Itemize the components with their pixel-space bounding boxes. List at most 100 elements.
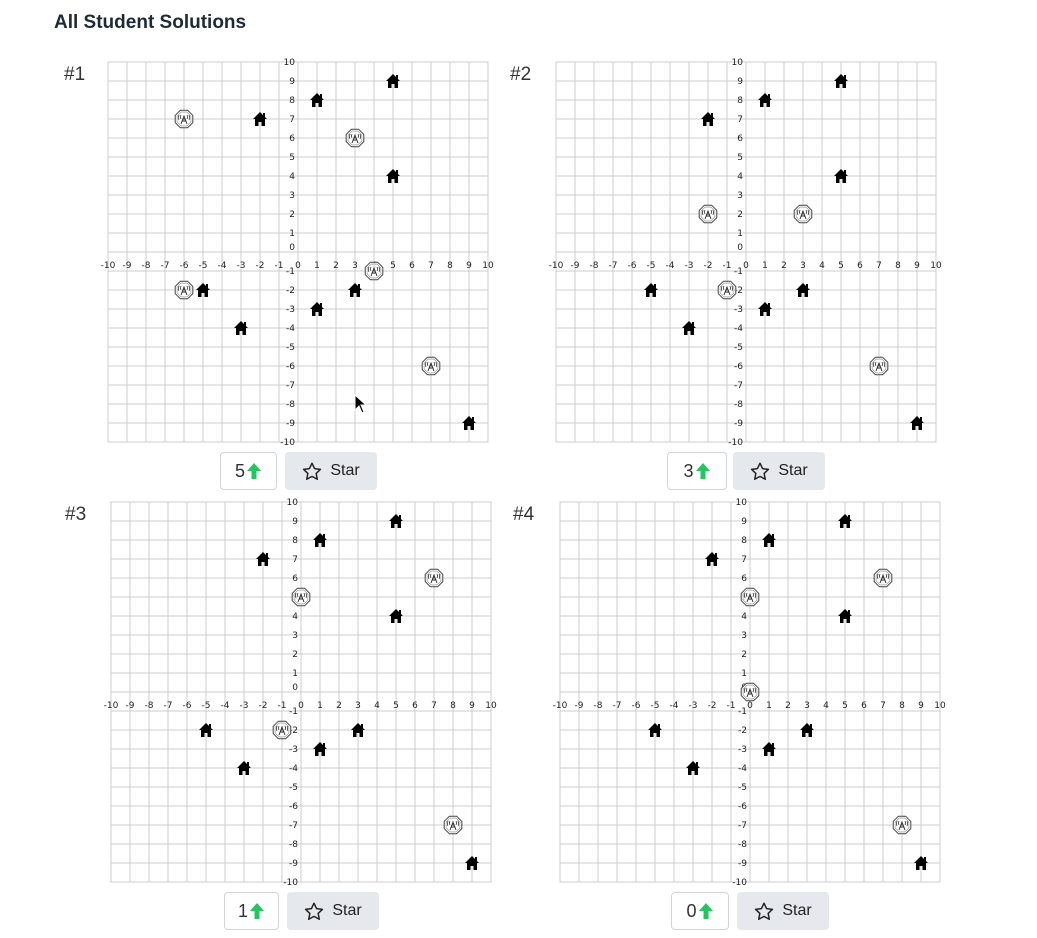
- x-tick-label: -6: [180, 261, 189, 271]
- up-arrow-icon: [698, 902, 714, 920]
- y-tick-label: -6: [738, 802, 747, 812]
- mouse-cursor-icon: [354, 394, 368, 414]
- y-tick-label: -9: [738, 859, 747, 869]
- coordinate-grid[interactable]: -10-9-8-7-6-5-4-3-2-10123456789101098765…: [104, 498, 497, 888]
- cell-tower-icon: [421, 356, 441, 376]
- coordinate-grid[interactable]: -10-9-8-7-6-5-4-3-2-10123456789101098765…: [101, 58, 494, 448]
- cell-tower-icon: [424, 568, 444, 588]
- x-tick-label: -4: [666, 261, 675, 271]
- y-tick-label: 7: [289, 115, 295, 125]
- x-tick-label: 1: [762, 261, 768, 271]
- x-tick-label: 6: [861, 701, 867, 711]
- x-tick-label: 2: [333, 261, 339, 271]
- y-tick-label: 6: [289, 134, 295, 144]
- cell-tower-icon: [174, 280, 194, 300]
- solution-number: #3: [65, 504, 87, 525]
- star-outline-icon: [302, 461, 330, 481]
- x-tick-label: 4: [823, 701, 829, 711]
- vote-count: 0: [686, 900, 697, 921]
- y-tick-label: -6: [286, 362, 295, 372]
- x-tick-label: -9: [571, 261, 580, 271]
- x-tick-label: 3: [800, 261, 806, 271]
- y-tick-label: -10: [280, 438, 295, 448]
- x-tick-label: 6: [409, 261, 415, 271]
- y-tick-label: 8: [741, 536, 747, 546]
- y-tick-label: -4: [286, 324, 295, 334]
- x-tick-label: -1: [275, 261, 284, 271]
- x-tick-label: 7: [880, 701, 886, 711]
- x-tick-label: 9: [469, 701, 475, 711]
- y-tick-label: -1: [289, 707, 298, 717]
- star-button-label: Star: [330, 462, 360, 479]
- x-tick-label: 8: [895, 261, 901, 271]
- star-outline-icon: [754, 901, 782, 921]
- y-tick-label: -8: [286, 400, 295, 410]
- star-button[interactable]: Star: [733, 452, 825, 490]
- y-tick-label: -7: [286, 381, 295, 391]
- up-arrow-icon: [695, 462, 711, 480]
- x-tick-label: -6: [183, 701, 192, 711]
- y-tick-label: 3: [292, 631, 298, 641]
- x-tick-label: -1: [278, 701, 287, 711]
- y-tick-label: 2: [289, 210, 295, 220]
- y-tick-label: -4: [289, 764, 298, 774]
- upvote-button[interactable]: 3: [667, 452, 727, 490]
- solution-number: #4: [513, 504, 535, 525]
- y-tick-label: 2: [292, 650, 298, 660]
- x-tick-label: 3: [352, 261, 358, 271]
- x-tick-label: 7: [431, 701, 437, 711]
- vote-count: 5: [234, 460, 245, 481]
- up-arrow-icon: [249, 902, 265, 920]
- x-tick-label: 0: [743, 261, 749, 271]
- x-tick-label: 1: [766, 701, 772, 711]
- y-tick-label: 10: [287, 498, 299, 508]
- cell-tower-icon: [698, 204, 718, 224]
- y-tick-label: 1: [741, 669, 747, 679]
- vote-count: 1: [237, 900, 248, 921]
- y-tick-label: 5: [737, 153, 743, 163]
- cell-tower-icon: [291, 587, 311, 607]
- y-tick-label: 7: [737, 115, 743, 125]
- y-tick-label: -9: [289, 859, 298, 869]
- cell-tower-icon: [873, 568, 893, 588]
- upvote-button[interactable]: 5: [220, 452, 277, 490]
- y-tick-label: -3: [738, 745, 747, 755]
- up-arrow-icon: [246, 462, 262, 480]
- y-tick-label: 8: [737, 96, 743, 106]
- y-tick-label: 8: [289, 96, 295, 106]
- x-tick-label: -9: [126, 701, 135, 711]
- upvote-button[interactable]: 0: [671, 892, 729, 930]
- y-tick-label: 7: [292, 555, 298, 565]
- cell-tower-icon: [869, 356, 889, 376]
- star-button[interactable]: Star: [285, 452, 377, 490]
- y-tick-label: -5: [289, 783, 298, 793]
- y-tick-label: -4: [734, 324, 743, 334]
- x-tick-label: -2: [704, 261, 713, 271]
- star-button[interactable]: Star: [287, 892, 379, 930]
- x-tick-label: 7: [428, 261, 434, 271]
- x-tick-label: 1: [317, 701, 323, 711]
- star-button[interactable]: Star: [737, 892, 829, 930]
- x-tick-label: 2: [785, 701, 791, 711]
- coordinate-grid[interactable]: -10-9-8-7-6-5-4-3-2-10123456789101098765…: [549, 58, 942, 448]
- x-tick-label: 3: [355, 701, 361, 711]
- upvote-button[interactable]: 1: [224, 892, 279, 930]
- cell-tower-icon: [443, 815, 463, 835]
- x-tick-label: 2: [336, 701, 342, 711]
- x-tick-label: -3: [237, 261, 246, 271]
- y-tick-label: 9: [741, 517, 747, 527]
- y-tick-label: 8: [292, 536, 298, 546]
- y-tick-label: 6: [292, 574, 298, 584]
- y-tick-label: 4: [289, 172, 295, 182]
- x-tick-label: 10: [482, 261, 494, 271]
- cell-tower-icon: [892, 815, 912, 835]
- x-tick-label: -8: [142, 261, 151, 271]
- coordinate-grid[interactable]: -10-9-8-7-6-5-4-3-2-10123456789101098765…: [553, 498, 946, 888]
- cell-tower-icon: [793, 204, 813, 224]
- y-tick-label: -5: [738, 783, 747, 793]
- x-tick-label: 9: [914, 261, 920, 271]
- y-tick-label: 10: [736, 498, 748, 508]
- x-tick-label: -5: [647, 261, 656, 271]
- x-tick-label: -4: [670, 701, 679, 711]
- y-tick-label: -4: [738, 764, 747, 774]
